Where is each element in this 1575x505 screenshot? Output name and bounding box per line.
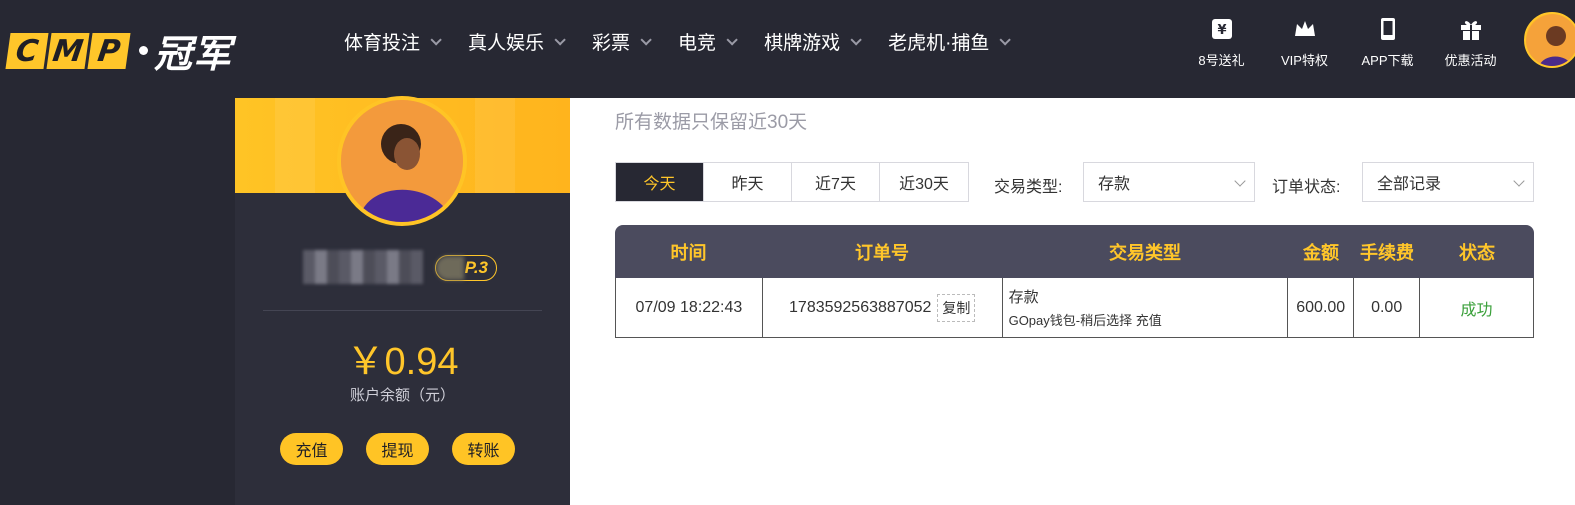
profile-avatar (337, 96, 467, 226)
nav-label: 体育投注 (344, 33, 421, 54)
account-balance: ￥0.94 (346, 341, 459, 383)
header-fee: 手续费 (1360, 242, 1414, 263)
vip-level-text: P.3 (464, 258, 488, 277)
app-download-button[interactable]: APP下载 (1346, 16, 1429, 69)
chevron-down-icon (430, 33, 442, 46)
date-range-tabs: 今天 昨天 近7天 近30天 (615, 162, 969, 202)
transaction-type-select[interactable]: 存款 (1083, 162, 1255, 202)
top-action-label: VIP特权 (1281, 53, 1328, 68)
transactions-table: 时间 订单号 交易类型 金额 手续费 状态 07/09 18:22:43 178… (615, 225, 1534, 338)
table-row: 07/09 18:22:43 1783592563887052 复制 存款 GO… (615, 278, 1534, 338)
nav-item-esports[interactable]: 电竞 (678, 28, 738, 55)
order-status-value: 全部记录 (1377, 176, 1442, 193)
chevron-down-icon (1234, 175, 1246, 187)
site-logo[interactable]: C M P 冠军 (5, 23, 233, 78)
chevron-down-icon (726, 33, 738, 46)
range-yesterday[interactable]: 昨天 (704, 163, 792, 201)
nav-label: 电竞 (678, 33, 717, 54)
retention-note: 所有数据只保留近30天 (615, 112, 808, 133)
range-today[interactable]: 今天 (616, 163, 704, 201)
vip-privilege-button[interactable]: VIP特权 (1263, 16, 1346, 69)
promotions-button[interactable]: 优惠活动 (1429, 16, 1512, 69)
cell-status: 成功 (1460, 301, 1493, 319)
username-blurred (303, 250, 423, 284)
top-action-label: 8号送礼 (1198, 53, 1245, 68)
wallet-actions: 充值 提现 转账 (280, 433, 538, 465)
header-order: 订单号 (855, 242, 909, 263)
type-sub: GOpay钱包-稍后选择 充值 (1008, 313, 1162, 328)
transfer-button[interactable]: 转账 (452, 433, 515, 465)
top-action-label: 优惠活动 (1444, 53, 1497, 68)
gift-8-button[interactable]: ¥ 8号送礼 (1180, 16, 1263, 69)
vip-level-badge: P.3 (435, 255, 497, 281)
crown-icon (1294, 21, 1315, 36)
transaction-records-panel: 所有数据只保留近30天 今天 昨天 近7天 近30天 交易类型: 存款 订单状态… (570, 98, 1575, 505)
top-actions: ¥ 8号送礼 VIP特权 APP下载 优惠活动 (1180, 16, 1512, 69)
header-status: 状态 (1459, 242, 1495, 263)
profile-avatar-image (341, 100, 463, 222)
nav-item-sports[interactable]: 体育投注 (344, 28, 442, 55)
nav-label: 真人娱乐 (468, 33, 545, 54)
table-header: 时间 订单号 交易类型 金额 手续费 状态 (615, 225, 1534, 278)
type-main: 存款 (1008, 289, 1039, 306)
main-nav: 体育投注 真人娱乐 彩票 电竞 棋牌游戏 老虎机·捕鱼 (344, 28, 1037, 55)
logo-letter: C (5, 32, 49, 69)
chevron-down-icon (554, 33, 566, 46)
nav-item-lottery[interactable]: 彩票 (592, 28, 652, 55)
avatar[interactable] (1524, 12, 1575, 68)
deposit-button[interactable]: 充值 (280, 433, 343, 465)
order-number: 1783592563887052 (789, 298, 932, 316)
logo-text: 冠军 (154, 32, 233, 76)
header-type: 交易类型 (1109, 242, 1181, 263)
cell-fee: 0.00 (1354, 278, 1421, 337)
divider (263, 310, 542, 311)
header-time: 时间 (670, 242, 707, 263)
chevron-down-icon (999, 33, 1012, 46)
transaction-type-value: 存款 (1098, 176, 1131, 193)
top-action-label: APP下载 (1361, 53, 1414, 68)
banner-stripe (475, 98, 515, 193)
nav-item-live-casino[interactable]: 真人娱乐 (468, 28, 566, 55)
order-status-select[interactable]: 全部记录 (1362, 162, 1534, 202)
header-amount: 金额 (1303, 242, 1339, 263)
logo-letter: P (87, 32, 131, 69)
phone-icon (1380, 18, 1395, 40)
cell-amount: 600.00 (1288, 278, 1355, 337)
cell-type: 存款 GOpay钱包-稍后选择 充值 (1003, 278, 1289, 337)
copy-order-button[interactable]: 复制 (937, 293, 976, 322)
top-navbar: C M P 冠军 体育投注 真人娱乐 彩票 电竞 棋牌游戏 老虎机·捕鱼 ¥ 8… (0, 0, 1575, 85)
nav-label: 彩票 (592, 33, 631, 54)
profile-panel: P.3 ￥0.94 账户余额（元） 充值 提现 转账 (235, 96, 570, 505)
nav-item-card-games[interactable]: 棋牌游戏 (764, 28, 862, 55)
logo-dot (139, 46, 148, 55)
chevron-down-icon (1513, 175, 1525, 187)
svg-text:¥: ¥ (1217, 23, 1226, 38)
nav-label: 棋牌游戏 (764, 33, 841, 54)
vip-badge-blur (436, 256, 464, 280)
balance-label: 账户余额（元） (349, 387, 455, 404)
banner-stripe (275, 98, 315, 193)
order-status-label: 订单状态: (1272, 179, 1341, 196)
avatar-image (1526, 14, 1575, 66)
cell-time: 07/09 18:22:43 (616, 278, 763, 337)
cell-order: 1783592563887052 复制 (763, 278, 1003, 337)
transaction-type-label: 交易类型: (994, 179, 1063, 196)
gift-card-icon: ¥ (1211, 19, 1232, 39)
range-7-days[interactable]: 近7天 (792, 163, 880, 201)
range-30-days[interactable]: 近30天 (880, 163, 968, 201)
chevron-down-icon (640, 33, 652, 46)
nav-label: 老虎机·捕鱼 (888, 33, 990, 54)
withdraw-button[interactable]: 提现 (366, 433, 429, 465)
chevron-down-icon (850, 33, 862, 46)
nav-item-slots-fishing[interactable]: 老虎机·捕鱼 (888, 28, 1012, 55)
logo-letter: M (46, 32, 90, 69)
gift-box-icon (1460, 21, 1481, 40)
